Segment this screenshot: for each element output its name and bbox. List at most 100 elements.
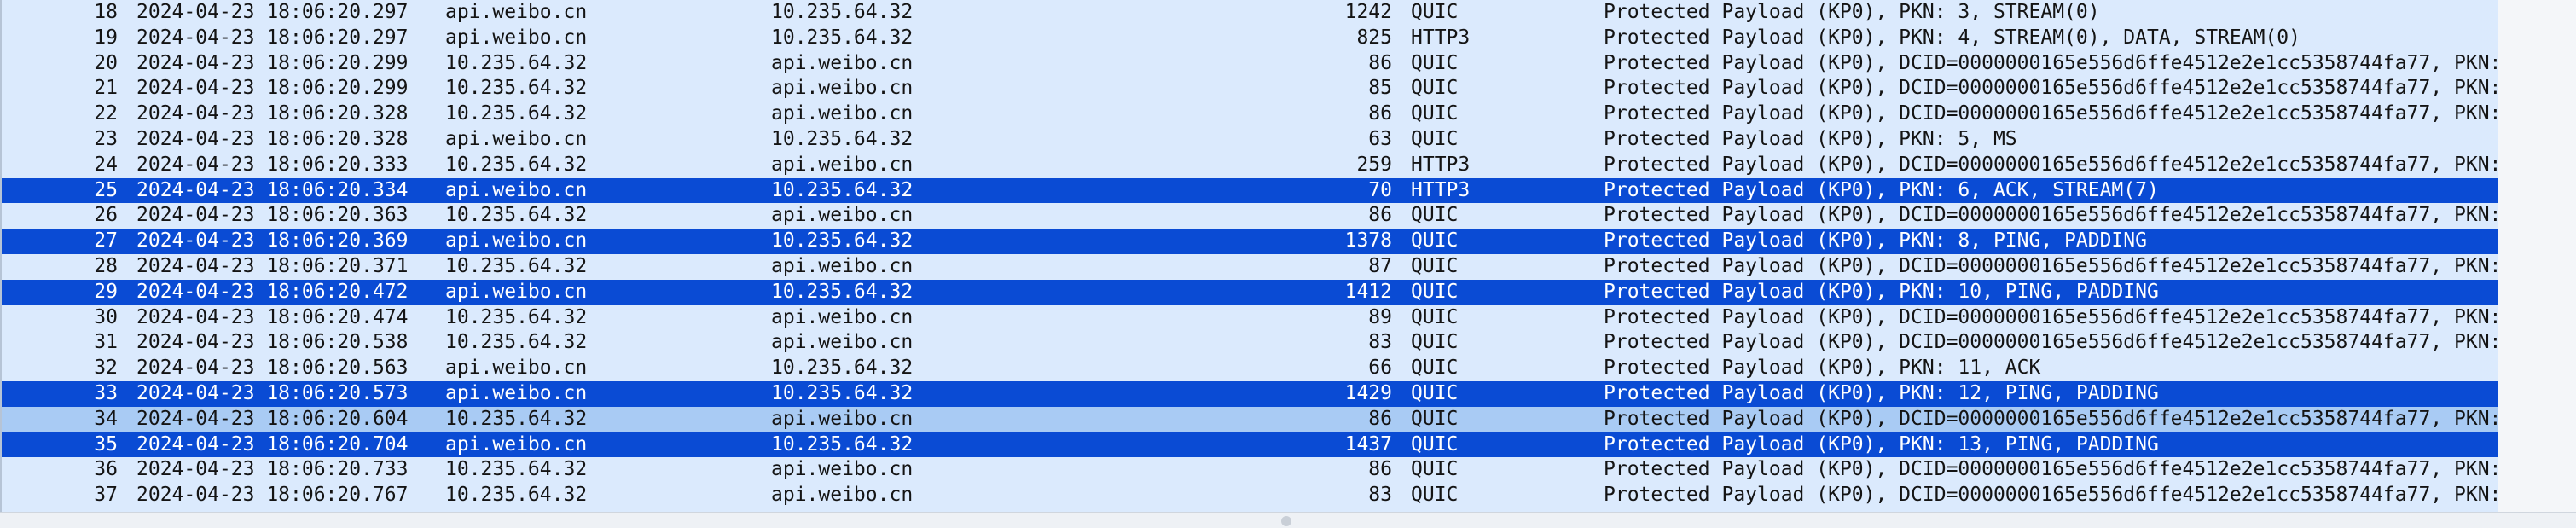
packet-info: Protected Payload (KP0), PKN: 11, ACK (1604, 357, 2041, 380)
packet-destination: 10.235.64.32 (771, 432, 914, 455)
packet-row[interactable]: 18 2024-04-23 18:06:20.297 api.weibo.cn 10.… (2, 0, 2499, 26)
packet-destination: 10.235.64.32 (771, 229, 914, 252)
packet-number: 36 (94, 458, 118, 481)
packet-list[interactable]: 18 2024-04-23 18:06:20.297 api.weibo.cn 10.… (0, 0, 2499, 512)
packet-destination: 10.235.64.32 (771, 178, 914, 201)
packet-protocol: QUIC (1411, 381, 1459, 404)
packet-protocol: QUIC (1411, 1, 1459, 23)
packet-destination: 10.235.64.32 (771, 127, 914, 150)
packet-protocol: QUIC (1411, 407, 1459, 430)
packet-length: 83 (1368, 484, 1392, 507)
packet-number: 33 (94, 381, 118, 404)
packet-row[interactable]: 36 2024-04-23 18:06:20.733 10.235.64.32 api… (2, 457, 2499, 484)
packet-info: Protected Payload (KP0), DCID=0000000165… (1604, 484, 2499, 507)
packet-source: 10.235.64.32 (445, 77, 588, 100)
packet-row[interactable]: 22 2024-04-23 18:06:20.328 10.235.64.32 api… (2, 102, 2499, 127)
packet-protocol: QUIC (1411, 51, 1459, 74)
packet-info: Protected Payload (KP0), DCID=0000000165… (1604, 407, 2499, 430)
packet-protocol: QUIC (1411, 484, 1459, 507)
scroll-grip-icon[interactable] (1281, 516, 1291, 526)
packet-row[interactable]: 27 2024-04-23 18:06:20.369 api.weibo.cn 10.… (2, 229, 2499, 254)
packet-length: 87 (1368, 254, 1392, 277)
packet-row[interactable]: 25 2024-04-23 18:06:20.334 api.weibo.cn 10.… (2, 177, 2499, 204)
packet-number: 31 (94, 331, 118, 354)
packet-row[interactable]: 20 2024-04-23 18:06:20.299 10.235.64.32 api… (2, 50, 2499, 77)
packet-row[interactable]: 28 2024-04-23 18:06:20.371 10.235.64.32 api… (2, 253, 2499, 280)
packet-row[interactable]: 34 2024-04-23 18:06:20.604 10.235.64.32 api… (2, 406, 2499, 432)
packet-protocol: QUIC (1411, 254, 1459, 277)
packet-length: 66 (1368, 357, 1392, 380)
packet-destination: api.weibo.cn (771, 153, 914, 176)
packet-time: 2024-04-23 18:06:20.369 (136, 229, 409, 252)
packet-length: 63 (1368, 127, 1392, 150)
packet-info: Protected Payload (KP0), DCID=0000000165… (1604, 305, 2499, 328)
packet-info: Protected Payload (KP0), DCID=0000000165… (1604, 51, 2499, 74)
packet-length: 86 (1368, 407, 1392, 430)
packet-destination: api.weibo.cn (771, 204, 914, 227)
packet-time: 2024-04-23 18:06:20.334 (136, 178, 409, 201)
packet-time: 2024-04-23 18:06:20.604 (136, 407, 409, 430)
packet-length: 85 (1368, 77, 1392, 100)
packet-row[interactable]: 35 2024-04-23 18:06:20.704 api.weibo.cn 10.… (2, 432, 2499, 458)
packet-info: Protected Payload (KP0), DCID=0000000165… (1604, 458, 2499, 481)
packet-protocol: QUIC (1411, 229, 1459, 252)
packet-length: 1412 (1344, 280, 1392, 303)
packet-row[interactable]: 30 2024-04-23 18:06:20.474 10.235.64.32 api… (2, 305, 2499, 331)
packet-source: 10.235.64.32 (445, 204, 588, 227)
packet-time: 2024-04-23 18:06:20.472 (136, 280, 409, 303)
packet-number: 30 (94, 305, 118, 328)
packet-row[interactable]: 19 2024-04-23 18:06:20.297 api.weibo.cn 10.… (2, 25, 2499, 51)
packet-source: 10.235.64.32 (445, 254, 588, 277)
packet-time: 2024-04-23 18:06:20.297 (136, 1, 409, 23)
packet-length: 86 (1368, 51, 1392, 74)
packet-row[interactable]: 26 2024-04-23 18:06:20.363 10.235.64.32 api… (2, 203, 2499, 229)
packet-length: 1429 (1344, 381, 1392, 404)
packet-destination: 10.235.64.32 (771, 357, 914, 380)
packet-row[interactable]: 37 2024-04-23 18:06:20.767 10.235.64.32 api… (2, 483, 2499, 508)
packet-row[interactable]: 31 2024-04-23 18:06:20.538 10.235.64.32 api… (2, 330, 2499, 357)
packet-time: 2024-04-23 18:06:20.573 (136, 381, 409, 404)
packet-destination: 10.235.64.32 (771, 381, 914, 404)
packet-row[interactable]: 29 2024-04-23 18:06:20.472 api.weibo.cn 10.… (2, 279, 2499, 305)
packet-info: Protected Payload (KP0), PKN: 5, MS (1604, 127, 2017, 150)
packet-protocol: QUIC (1411, 280, 1459, 303)
packet-row[interactable]: 33 2024-04-23 18:06:20.573 api.weibo.cn 10.… (2, 380, 2499, 407)
packet-info: Protected Payload (KP0), PKN: 13, PING, … (1604, 432, 2159, 455)
packet-destination: api.weibo.cn (771, 458, 914, 481)
packet-source: api.weibo.cn (445, 280, 588, 303)
packet-time: 2024-04-23 18:06:20.371 (136, 254, 409, 277)
packet-destination: api.weibo.cn (771, 484, 914, 507)
packet-protocol: HTTP3 (1411, 178, 1471, 201)
packet-protocol: QUIC (1411, 204, 1459, 227)
packet-info: Protected Payload (KP0), PKN: 6, ACK, ST… (1604, 178, 2159, 201)
vertical-scrollbar[interactable] (2498, 0, 2576, 512)
packet-protocol: HTTP3 (1411, 26, 1471, 49)
packet-number: 32 (94, 357, 118, 380)
packet-number: 25 (94, 178, 118, 201)
packet-time: 2024-04-23 18:06:20.563 (136, 357, 409, 380)
packet-destination: 10.235.64.32 (771, 280, 914, 303)
packet-source: 10.235.64.32 (445, 305, 588, 328)
packet-protocol: QUIC (1411, 331, 1459, 354)
packet-time: 2024-04-23 18:06:20.704 (136, 432, 409, 455)
packet-protocol: QUIC (1411, 102, 1459, 125)
packet-source: api.weibo.cn (445, 432, 588, 455)
packet-row[interactable]: 21 2024-04-23 18:06:20.299 10.235.64.32 api… (2, 76, 2499, 102)
packet-source: 10.235.64.32 (445, 51, 588, 74)
packet-row[interactable]: 24 2024-04-23 18:06:20.333 10.235.64.32 api… (2, 152, 2499, 178)
packet-source: 10.235.64.32 (445, 331, 588, 354)
packet-info: Protected Payload (KP0), DCID=0000000165… (1604, 102, 2499, 125)
packet-row[interactable]: 32 2024-04-23 18:06:20.563 api.weibo.cn 10.… (2, 356, 2499, 381)
packet-number: 35 (94, 432, 118, 455)
packet-row[interactable]: 23 2024-04-23 18:06:20.328 api.weibo.cn 10.… (2, 126, 2499, 153)
packet-source: 10.235.64.32 (445, 484, 588, 507)
packet-protocol: QUIC (1411, 432, 1459, 455)
packet-number: 24 (94, 153, 118, 176)
packet-protocol: QUIC (1411, 77, 1459, 100)
packet-time: 2024-04-23 18:06:20.767 (136, 484, 409, 507)
packet-source: api.weibo.cn (445, 1, 588, 23)
packet-source: api.weibo.cn (445, 229, 588, 252)
packet-length: 1378 (1344, 229, 1392, 252)
packet-length: 83 (1368, 331, 1392, 354)
horizontal-scrollbar[interactable] (0, 512, 2576, 528)
